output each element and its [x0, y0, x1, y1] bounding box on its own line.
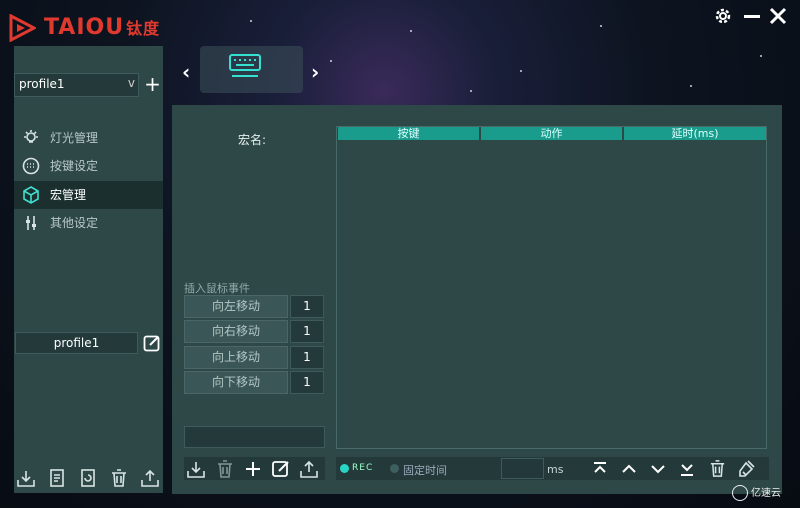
column-header-action: 动作 [481, 127, 622, 140]
move-up-button[interactable]: 向上移动 [184, 346, 288, 369]
profile-select[interactable]: profile1 v [14, 73, 139, 97]
sidebar-item-key-settings[interactable]: 按键设定 [14, 152, 163, 180]
clear-all-icon[interactable] [737, 459, 757, 479]
brand-logo: TAIOU 钛度 [44, 15, 161, 40]
move-to-top-icon[interactable] [592, 461, 608, 477]
rec-label: REC [352, 463, 374, 473]
macro-name-input[interactable] [184, 426, 325, 448]
macro-name-label: 宏名: [238, 133, 267, 147]
sidebar-item-macro[interactable]: 宏管理 [14, 181, 163, 209]
next-device-button[interactable]: › [311, 60, 319, 84]
delete-event-icon[interactable] [708, 459, 727, 478]
delete-macro-icon[interactable] [215, 459, 235, 479]
sidebar-item-other-settings[interactable]: 其他设定 [14, 209, 163, 237]
sliders-icon [26, 216, 36, 230]
lightbulb-icon [24, 130, 38, 143]
gear-icon [715, 8, 731, 24]
settings-button[interactable] [709, 4, 737, 28]
add-macro-icon[interactable] [243, 459, 263, 479]
move-left-value[interactable]: 1 [290, 295, 324, 318]
move-up-value[interactable]: 1 [290, 346, 324, 369]
add-profile-button[interactable]: + [142, 73, 163, 97]
export-icon[interactable] [140, 468, 160, 488]
taiou-logo-mark [9, 14, 36, 42]
watermark: 亿速云 [732, 484, 781, 501]
fixed-time-input[interactable] [501, 458, 544, 479]
document-icon[interactable] [47, 468, 67, 488]
import-macro-icon[interactable] [186, 459, 206, 479]
edit-profile-icon[interactable] [143, 334, 161, 352]
device-selector[interactable] [200, 46, 303, 93]
keyboard-icon [229, 54, 261, 77]
left-sidebar [14, 46, 163, 493]
macro-event-table[interactable] [336, 126, 767, 449]
ms-unit-label: ms [547, 463, 564, 476]
profile-name-field[interactable]: profile1 [15, 332, 138, 354]
move-left-button[interactable]: 向左移动 [184, 295, 288, 318]
move-down-value[interactable]: 1 [290, 371, 324, 394]
keypad-icon [22, 157, 40, 175]
minimize-icon [744, 15, 760, 18]
close-button[interactable] [764, 4, 792, 28]
trash-icon[interactable] [109, 468, 129, 488]
move-down-icon[interactable] [650, 461, 666, 477]
close-icon [769, 7, 787, 25]
insert-mouse-event-label: 插入鼠标事件 [184, 282, 250, 295]
import-icon[interactable] [16, 468, 36, 488]
move-up-icon[interactable] [621, 461, 637, 477]
move-right-value[interactable]: 1 [290, 320, 324, 343]
move-down-button[interactable]: 向下移动 [184, 371, 288, 394]
chevron-down-icon: v [127, 76, 135, 90]
sidebar-item-lighting[interactable]: 灯光管理 [14, 124, 163, 152]
fixed-time-radio[interactable] [390, 464, 399, 473]
column-header-delay: 延时(ms) [624, 127, 766, 140]
move-right-button[interactable]: 向右移动 [184, 320, 288, 343]
column-header-key: 按键 [338, 127, 479, 140]
macro-cube-icon [23, 186, 39, 204]
prev-device-button[interactable]: ‹ [182, 60, 190, 84]
watermark-logo-icon [732, 485, 748, 501]
copy-refresh-icon[interactable] [78, 468, 98, 488]
export-macro-icon[interactable] [299, 459, 319, 479]
rec-radio[interactable] [340, 464, 349, 473]
edit-macro-icon[interactable] [271, 459, 291, 479]
fixed-time-label: 固定时间 [403, 464, 447, 477]
minimize-button[interactable] [738, 4, 766, 28]
move-to-bottom-icon[interactable] [679, 461, 695, 477]
